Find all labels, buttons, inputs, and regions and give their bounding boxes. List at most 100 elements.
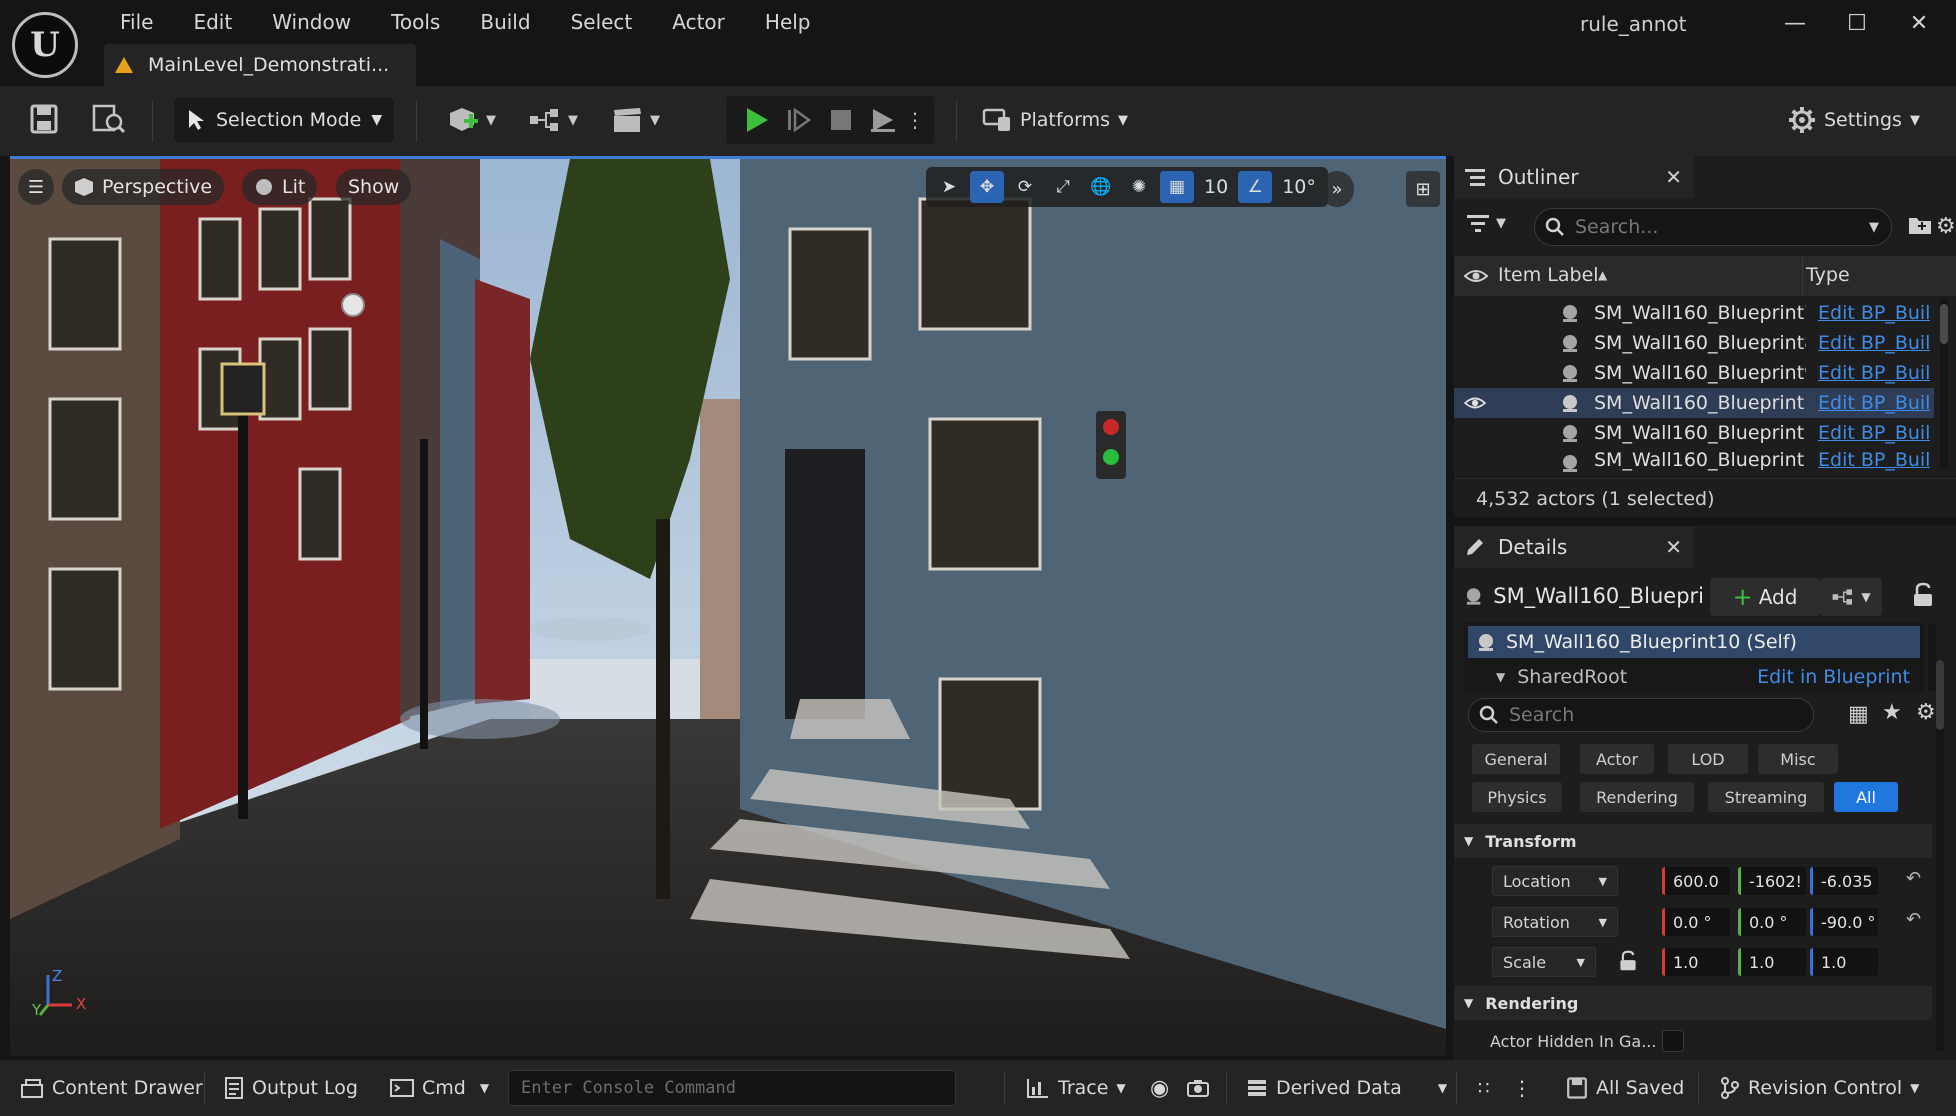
record-icon[interactable]: ◉ — [1150, 1070, 1169, 1106]
outliner-row-type-link[interactable]: Edit BP_Buil — [1818, 422, 1930, 444]
menu-help[interactable]: Help — [745, 6, 831, 40]
location-y-field[interactable]: -1602! — [1738, 867, 1806, 895]
trace-dropdown[interactable]: Trace ▼ — [1026, 1070, 1126, 1106]
category-physics[interactable]: Physics — [1472, 782, 1562, 812]
show-button[interactable]: Show — [336, 169, 412, 205]
rotation-y-field[interactable]: 0.0 ° — [1738, 908, 1806, 936]
perspective-button[interactable]: Perspective — [62, 169, 225, 205]
menu-actor[interactable]: Actor — [652, 6, 745, 40]
rotation-snap-icon[interactable]: ∠ — [1238, 171, 1273, 203]
component-tree-scrollbar[interactable] — [1928, 624, 1936, 690]
platforms-dropdown[interactable]: Platforms ▼ — [982, 100, 1128, 140]
add-actor-dropdown[interactable]: ▼ — [446, 100, 496, 140]
browse-level-icon[interactable] — [92, 104, 126, 134]
eject-icon[interactable] — [862, 107, 904, 133]
outliner-tab[interactable]: Outliner ✕ — [1454, 156, 1694, 198]
save-icon[interactable] — [30, 104, 58, 134]
close-icon[interactable]: ✕ — [1665, 535, 1682, 559]
category-all[interactable]: All — [1834, 782, 1898, 812]
close-window-button[interactable]: ✕ — [1894, 8, 1944, 38]
outliner-row-type-link[interactable]: Edit BP_Buil — [1818, 392, 1930, 414]
menu-window[interactable]: Window — [252, 6, 371, 40]
level-viewport[interactable]: ☰ Perspective Lit Show ➤ ✥ ⟳ ⤢ 🌐 ✺ ▦ 10 … — [10, 156, 1446, 1056]
play-icon[interactable] — [736, 106, 778, 134]
outliner-row-selected[interactable]: SM_Wall160_Blueprint10 Edit BP_Buil — [1454, 388, 1934, 418]
select-mode-icon[interactable]: ➤ — [932, 171, 966, 203]
more-tools-button[interactable]: » — [1320, 171, 1354, 207]
rotation-dropdown[interactable]: Rotation ▼ — [1492, 907, 1618, 937]
outliner-search-input[interactable]: Search... ▼ — [1534, 208, 1892, 246]
selection-mode-dropdown[interactable]: Selection Mode ▼ — [174, 98, 394, 142]
outliner-row-type-link[interactable]: Edit BP_Buil — [1818, 302, 1930, 324]
outliner-row[interactable]: SM_Wall160_Blueprint9 Edit BP_Buil — [1454, 358, 1934, 388]
source-control-icon[interactable]: ∷ — [1478, 1070, 1489, 1106]
menu-build[interactable]: Build — [460, 6, 550, 40]
grid-snap-value[interactable]: 10 — [1198, 176, 1234, 198]
favorites-star-icon[interactable]: ★ — [1882, 700, 1902, 725]
add-component-button[interactable]: + Add — [1710, 578, 1820, 616]
details-tab[interactable]: Details ✕ — [1454, 526, 1694, 568]
scale-y-field[interactable]: 1.0 — [1738, 948, 1806, 976]
add-folder-icon[interactable] — [1908, 214, 1932, 236]
table-view-icon[interactable]: ▦ — [1848, 702, 1869, 727]
rotation-snap-value[interactable]: 10° — [1276, 176, 1322, 198]
rotate-icon[interactable]: ⟳ — [1008, 171, 1042, 203]
more-options-icon[interactable]: ⋮ — [904, 108, 926, 132]
outliner-row[interactable]: SM_Wall160_Blueprint7 Edit BP_Buil — [1454, 298, 1934, 328]
scale-icon[interactable]: ⤢ — [1046, 171, 1080, 203]
lock-open-icon[interactable] — [1912, 582, 1934, 608]
outliner-row[interactable]: SM_Wall160_Blueprint1 Edit BP_Buil — [1454, 448, 1934, 472]
details-settings-gear-icon[interactable]: ⚙ — [1916, 700, 1936, 725]
translate-icon[interactable]: ✥ — [970, 171, 1004, 203]
outliner-scrollbar[interactable] — [1940, 298, 1948, 468]
viewport-layout-button[interactable]: ⊞ — [1406, 171, 1440, 207]
minimize-button[interactable]: — — [1770, 8, 1820, 38]
derived-data-dropdown[interactable]: Derived Data ▼ — [1246, 1070, 1447, 1106]
filter-dropdown[interactable]: ▼ — [1466, 212, 1506, 234]
transform-section-header[interactable]: ▼ Transform — [1454, 824, 1932, 858]
outliner-row-type-link[interactable]: Edit BP_Buil — [1818, 362, 1930, 384]
level-document-tab[interactable]: MainLevel_Demonstrati... — [104, 44, 416, 86]
menu-tools[interactable]: Tools — [371, 6, 460, 40]
more-options-icon[interactable]: ⋮ — [1512, 1070, 1532, 1106]
stop-icon[interactable] — [820, 109, 862, 131]
details-search-input[interactable]: Search — [1468, 698, 1814, 732]
cmd-dropdown[interactable]: Cmd ▼ — [390, 1070, 489, 1106]
console-command-input[interactable]: Enter Console Command — [508, 1070, 956, 1106]
category-rendering[interactable]: Rendering — [1580, 782, 1694, 812]
location-dropdown[interactable]: Location ▼ — [1492, 866, 1618, 896]
grid-snap-icon[interactable]: ▦ — [1160, 171, 1194, 203]
category-lod[interactable]: LOD — [1668, 744, 1748, 774]
outliner-row-type-link[interactable]: Edit BP_Buil — [1818, 449, 1930, 471]
menu-file[interactable]: File — [100, 6, 173, 40]
visibility-eye-icon[interactable] — [1464, 394, 1486, 412]
blueprint-dropdown[interactable]: ▼ — [528, 100, 578, 140]
outliner-row-type-link[interactable]: Edit BP_Buil — [1818, 332, 1930, 354]
component-shared-root-row[interactable]: ▼ SharedRoot Edit in Blueprint — [1468, 662, 1920, 692]
category-streaming[interactable]: Streaming — [1708, 782, 1824, 812]
menu-edit[interactable]: Edit — [173, 6, 252, 40]
lit-button[interactable]: Lit — [242, 169, 318, 205]
reset-arrow-icon[interactable]: ↶ — [1906, 868, 1921, 889]
menu-select[interactable]: Select — [551, 6, 653, 40]
scale-dropdown[interactable]: Scale ▼ — [1492, 947, 1596, 977]
rotation-x-field[interactable]: 0.0 ° — [1662, 908, 1730, 936]
category-actor[interactable]: Actor — [1580, 744, 1654, 774]
component-self-row[interactable]: SM_Wall160_Blueprint10 (Self) — [1468, 626, 1920, 658]
location-z-field[interactable]: -6.035 — [1810, 867, 1878, 895]
unreal-logo-icon[interactable]: U — [12, 12, 78, 78]
blueprint-options-dropdown[interactable]: ▼ — [1820, 578, 1882, 616]
reset-arrow-icon[interactable]: ↶ — [1906, 909, 1921, 930]
world-space-icon[interactable]: 🌐 — [1084, 171, 1118, 203]
step-forward-icon[interactable] — [778, 107, 820, 133]
column-type[interactable]: Type — [1806, 264, 1850, 286]
cinematics-dropdown[interactable]: ▼ — [612, 100, 660, 140]
selected-actor-name[interactable]: SM_Wall160_Bluepri — [1464, 576, 1704, 616]
settings-dropdown[interactable]: Settings ▼ — [1788, 100, 1920, 140]
revision-control-dropdown[interactable]: Revision Control ▼ — [1720, 1070, 1919, 1106]
column-item-label[interactable]: Item Label — [1498, 264, 1599, 286]
scale-lock-icon[interactable] — [1618, 950, 1638, 972]
category-misc[interactable]: Misc — [1758, 744, 1838, 774]
rotation-z-field[interactable]: -90.0 ° — [1810, 908, 1878, 936]
actor-hidden-checkbox[interactable] — [1662, 1030, 1684, 1052]
